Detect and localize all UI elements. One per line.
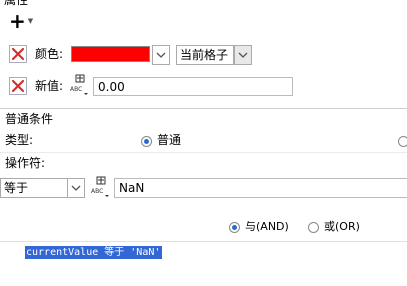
close-icon xyxy=(11,79,25,93)
operator-label: 操作符: xyxy=(5,156,46,170)
logic-and-radio[interactable] xyxy=(229,222,240,233)
scope-select[interactable]: 当前格子 xyxy=(176,45,234,65)
attributes-title: 属性 xyxy=(4,0,29,7)
operand-input[interactable]: NaN xyxy=(114,178,407,198)
logic-or-radio[interactable] xyxy=(308,222,319,233)
operator-dropdown[interactable] xyxy=(67,178,85,198)
close-icon xyxy=(11,47,25,61)
add-attribute-button[interactable]: + ▼ xyxy=(9,9,41,33)
type-label: 类型: xyxy=(5,133,34,147)
divider xyxy=(0,108,407,109)
color-label: 颜色: xyxy=(35,47,64,61)
new-value-input[interactable]: 0.00 xyxy=(93,77,293,96)
abc-type-icon[interactable]: ABC xyxy=(70,74,90,96)
svg-text:ABC: ABC xyxy=(70,86,82,93)
scope-dropdown[interactable] xyxy=(234,45,252,65)
abc-type-icon[interactable]: ABC xyxy=(91,176,111,198)
operator-select[interactable]: 等于 xyxy=(0,178,67,198)
color-dropdown[interactable] xyxy=(152,45,170,65)
caret-down-icon: ▼ xyxy=(27,17,34,25)
type-normal-radio[interactable] xyxy=(141,136,152,147)
chevron-down-icon xyxy=(156,52,166,58)
logic-and-label: 与(AND) xyxy=(245,220,289,233)
svg-text:ABC: ABC xyxy=(91,188,103,195)
new-value-label: 新值: xyxy=(35,79,64,93)
plus-icon: + xyxy=(9,9,26,33)
type-other-radio[interactable] xyxy=(398,136,407,147)
chevron-down-icon xyxy=(238,52,248,58)
chevron-down-icon xyxy=(71,185,81,191)
delete-new-value-button[interactable] xyxy=(9,77,27,95)
logic-or-label: 或(OR) xyxy=(324,220,360,233)
condition-expression-text[interactable]: currentValue 等于 'NaN' xyxy=(25,246,163,259)
divider xyxy=(0,152,407,153)
delete-color-button[interactable] xyxy=(9,45,27,63)
condition-section-title: 普通条件 xyxy=(5,112,54,126)
type-normal-label: 普通 xyxy=(157,133,182,147)
color-swatch[interactable] xyxy=(71,46,150,62)
